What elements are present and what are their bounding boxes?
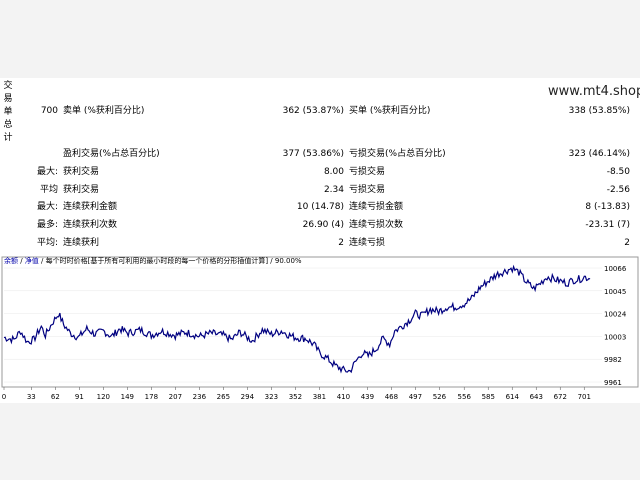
- y-tick-label: 9961: [604, 379, 622, 387]
- row-right-value: -8.50: [606, 167, 630, 177]
- row-left-value: 362 (53.87%): [282, 106, 344, 116]
- row-left-label: 连续获利金额: [63, 202, 118, 212]
- row-prefix: 平均: [39, 185, 58, 195]
- plot-border: [1, 256, 639, 388]
- x-tick-label: 323: [265, 393, 278, 401]
- x-tick-label: 120: [97, 393, 110, 401]
- x-tick-label: 207: [169, 393, 182, 401]
- x-tick-label: 643: [530, 393, 543, 401]
- row-left-value: 2.34: [323, 185, 344, 195]
- row-prefix: 最大:: [36, 202, 58, 212]
- row-left-label: 连续获利: [63, 238, 100, 248]
- x-tick-label: 91: [75, 393, 84, 401]
- legend-balance[interactable]: 余额: [4, 257, 18, 265]
- watermark: www.mt4.shop: [548, 84, 640, 99]
- x-tick-label: 526: [433, 393, 447, 401]
- row-right-value: -23.31 (7): [585, 220, 630, 230]
- vertical-total-label: 交易单总计: [3, 81, 13, 143]
- legend-equity[interactable]: 净值: [25, 257, 39, 265]
- row-left-label: 获利交易: [63, 185, 100, 195]
- x-tick-label: 410: [337, 393, 350, 401]
- x-tick-label: 381: [313, 393, 326, 401]
- x-tick-label: 352: [289, 393, 302, 401]
- row-left-label: 获利交易: [63, 167, 100, 177]
- row-right-label: 亏损交易(%占总百分比): [349, 149, 446, 159]
- y-tick-label: 10024: [604, 311, 627, 319]
- row-left-value: 2: [338, 238, 344, 248]
- row-right-label: 连续亏损金额: [349, 202, 404, 212]
- x-tick-label: 294: [241, 393, 255, 401]
- legend-description: / 每个时时价格[基于所有可利用的最小时段的每一个价格的分形插值计算] / 90…: [38, 257, 302, 265]
- row-right-label: 连续亏损: [349, 238, 386, 248]
- row-left-value: 8.00: [323, 167, 344, 177]
- row-prefix: 700: [40, 106, 58, 116]
- row-right-value: -2.56: [606, 185, 630, 195]
- x-tick-label: 497: [409, 393, 422, 401]
- x-tick-label: 614: [506, 393, 520, 401]
- x-tick-label: 0: [2, 393, 6, 401]
- row-right-value: 323 (46.14%): [568, 149, 630, 159]
- x-tick-label: 468: [385, 393, 398, 401]
- x-tick-label: 178: [145, 393, 158, 401]
- x-tick-label: 556: [458, 393, 472, 401]
- legend-separator: /: [18, 257, 25, 265]
- x-tick-label: 585: [482, 393, 495, 401]
- row-left-value: 377 (53.86%): [282, 149, 344, 159]
- row-left-label: 连续获利次数: [63, 220, 118, 230]
- row-left-label: 盈利交易(%占总百分比): [63, 149, 160, 159]
- x-tick-label: 701: [578, 393, 591, 401]
- row-right-label: 亏损交易: [349, 167, 386, 177]
- row-left-value: 26.90 (4): [302, 220, 344, 230]
- row-left-value: 10 (14.78): [296, 202, 344, 212]
- y-tick-label: 10066: [604, 265, 627, 273]
- row-prefix: 最多:: [36, 220, 58, 230]
- y-tick-label: 10045: [604, 288, 626, 296]
- x-tick-label: 439: [361, 393, 374, 401]
- x-tick-label: 149: [121, 393, 134, 401]
- balance-chart: 10066 10045 10024 10003 9982 9961 0 33 62 91 120 1…: [0, 256, 640, 402]
- row-right-label: 亏损交易: [349, 185, 386, 195]
- row-prefix: 最大:: [36, 167, 58, 177]
- row-right-value: 338 (53.85%): [568, 106, 630, 116]
- row-right-label: 连续亏损次数: [349, 220, 404, 230]
- row-prefix: [20, 148, 58, 160]
- x-tick-label: 33: [27, 393, 36, 401]
- row-right-value: 2: [624, 238, 630, 248]
- row-left-label: 卖单 (%获利百分比): [63, 106, 145, 116]
- chart-svg: 10066 10045 10024 10003 9982 9961 0 33 62 91 120 1…: [1, 256, 639, 401]
- row-right-value: 8 (-13.83): [585, 202, 630, 212]
- x-tick-label: 236: [193, 393, 207, 401]
- x-tick-label: 672: [554, 393, 567, 401]
- chart-legend: 余额 / 净值 / 每个时时价格[基于所有可利用的最小时段的每一个价格的分形插值…: [4, 256, 302, 266]
- x-tick-label: 265: [217, 393, 230, 401]
- x-tick-label: 62: [51, 393, 60, 401]
- x-axis-ticks: 0 33 62 91 120 149 178 207 236 265 294 323 352 381 410…: [2, 387, 591, 401]
- row-prefix: 平均:: [36, 238, 58, 248]
- y-tick-label: 10003: [604, 333, 626, 341]
- row-right-label: 买单 (%获利百分比): [349, 106, 431, 116]
- y-tick-label: 9982: [604, 356, 622, 364]
